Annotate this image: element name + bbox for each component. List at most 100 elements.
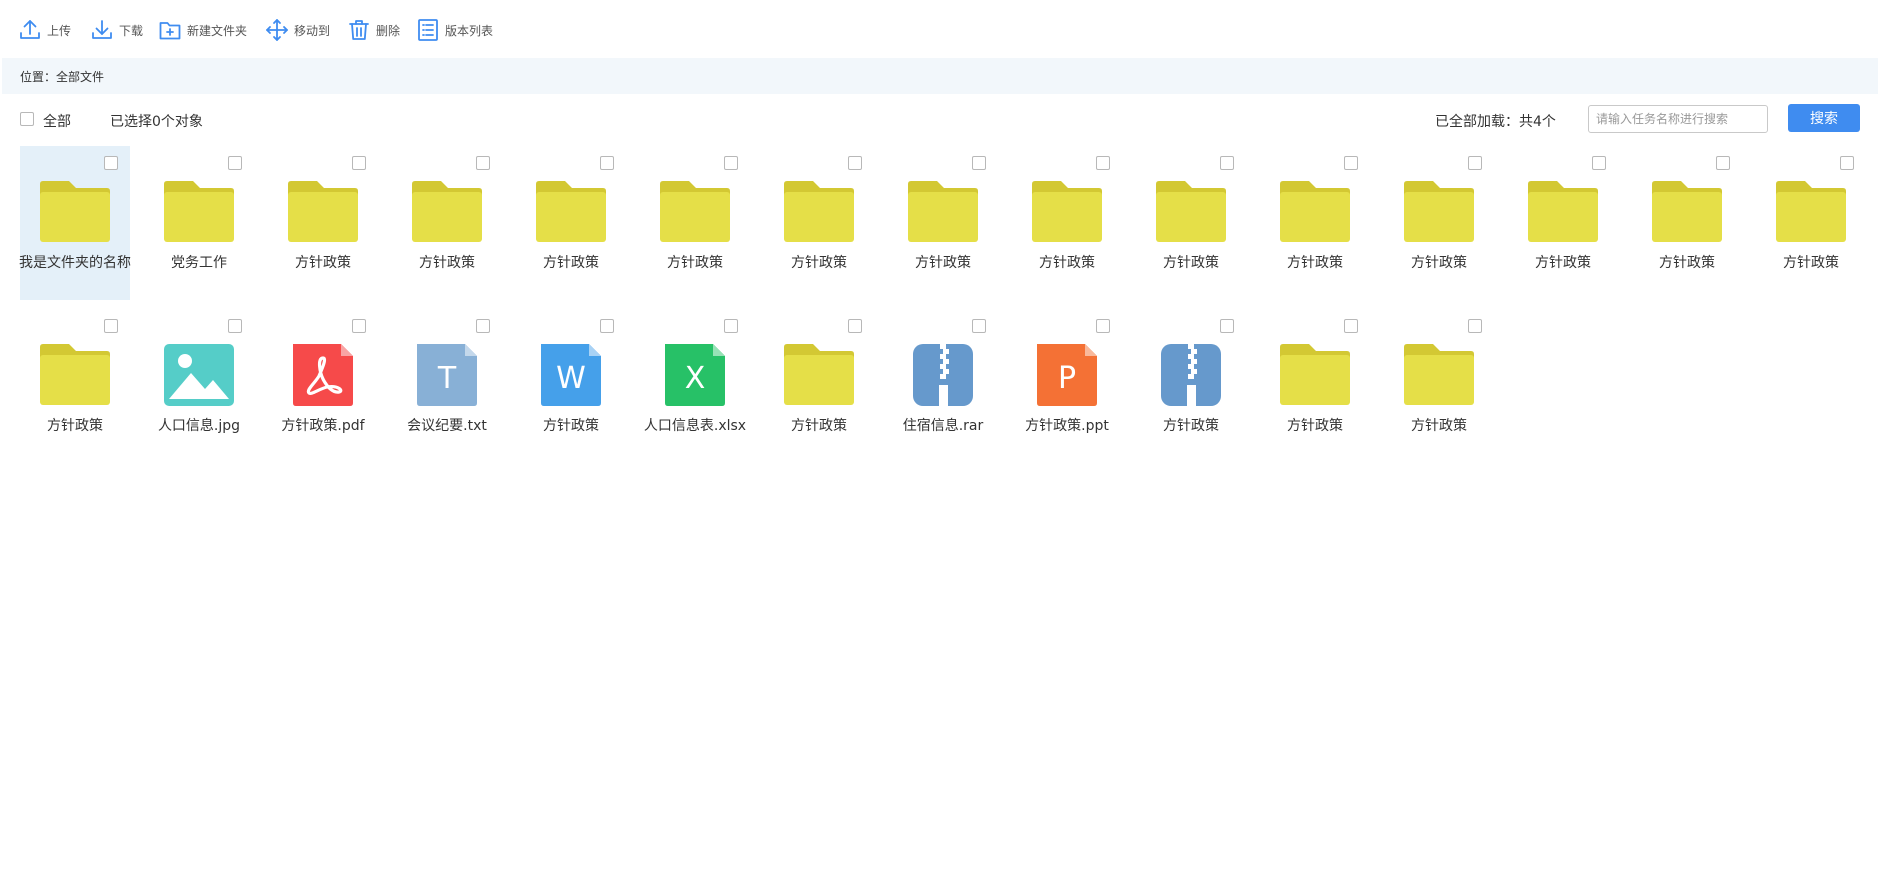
folder-item[interactable]: 方针政策 — [1012, 146, 1122, 300]
item-checkbox[interactable] — [104, 319, 118, 333]
item-checkbox[interactable] — [228, 319, 242, 333]
folder-item[interactable]: 党务工作 — [144, 146, 254, 300]
item-checkbox[interactable] — [724, 319, 738, 333]
delete-button[interactable]: 删除 — [347, 18, 400, 42]
folder-icon — [1403, 343, 1475, 407]
item-name: 人口信息表.xlsx — [643, 418, 747, 434]
item-checkbox[interactable] — [972, 156, 986, 170]
list-icon — [418, 19, 438, 41]
item-name: 方针政策 — [543, 418, 599, 434]
item-name: 我是文件夹的名称 — [19, 255, 131, 271]
item-checkbox[interactable] — [1592, 156, 1606, 170]
item-name: 方针政策 — [1783, 255, 1839, 271]
item-checkbox[interactable] — [1220, 156, 1234, 170]
download-icon — [92, 20, 112, 39]
folder-item[interactable]: 方针政策 — [764, 146, 874, 300]
item-checkbox[interactable] — [972, 319, 986, 333]
folder-item[interactable]: 方针政策 — [1508, 146, 1618, 300]
item-checkbox[interactable] — [724, 156, 738, 170]
item-name: 方针政策 — [791, 255, 847, 271]
svg-text:W: W — [556, 361, 586, 396]
folder-item[interactable]: 方针政策 — [20, 309, 130, 463]
file-item[interactable]: 方针政策.pdf — [268, 309, 378, 463]
item-name: 方针政策.pdf — [281, 418, 365, 434]
item-checkbox[interactable] — [352, 156, 366, 170]
folder-item[interactable]: 方针政策 — [1260, 146, 1370, 300]
item-checkbox[interactable] — [848, 156, 862, 170]
item-checkbox[interactable] — [1716, 156, 1730, 170]
folder-icon — [1527, 180, 1599, 244]
item-name: 方针政策 — [1287, 255, 1343, 271]
item-name: 方针政策 — [295, 255, 351, 271]
item-checkbox[interactable] — [476, 319, 490, 333]
file-item[interactable]: 住宿信息.rar — [888, 309, 998, 463]
toolbar: 上传 下载 新建文件夹 移动到 删除 版本列表 — [0, 0, 1880, 58]
folder-icon — [1279, 343, 1351, 407]
folder-icon — [39, 343, 111, 407]
new-folder-button[interactable]: 新建文件夹 — [158, 18, 247, 42]
search-button[interactable]: 搜索 — [1788, 104, 1860, 132]
folder-icon — [535, 180, 607, 244]
item-checkbox[interactable] — [1096, 319, 1110, 333]
file-item[interactable]: W 方针政策 — [516, 309, 626, 463]
search-input[interactable] — [1588, 105, 1768, 133]
file-item[interactable]: 人口信息.jpg — [144, 309, 254, 463]
folder-icon — [907, 180, 979, 244]
pdf-icon — [287, 343, 359, 407]
svg-text:X: X — [685, 361, 706, 396]
item-checkbox[interactable] — [1344, 156, 1358, 170]
item-checkbox[interactable] — [228, 156, 242, 170]
folder-item[interactable]: 方针政策 — [1632, 146, 1742, 300]
image-icon — [163, 343, 235, 407]
file-item[interactable]: X 人口信息表.xlsx — [640, 309, 750, 463]
folder-item[interactable]: 方针政策 — [888, 146, 998, 300]
ppt-icon: P — [1031, 343, 1103, 407]
folder-item[interactable]: 方针政策 — [640, 146, 750, 300]
download-button[interactable]: 下载 — [90, 18, 143, 42]
folder-item[interactable]: 方针政策 — [268, 146, 378, 300]
item-checkbox[interactable] — [1840, 156, 1854, 170]
item-checkbox[interactable] — [1468, 156, 1482, 170]
folder-item[interactable]: 我是文件夹的名称 — [19, 146, 131, 300]
item-name: 住宿信息.rar — [902, 418, 984, 434]
folder-item[interactable]: 方针政策 — [1384, 309, 1494, 463]
version-list-button[interactable]: 版本列表 — [416, 18, 493, 42]
folder-item[interactable]: 方针政策 — [1136, 146, 1246, 300]
folder-item[interactable]: 方针政策 — [392, 146, 502, 300]
item-checkbox[interactable] — [848, 319, 862, 333]
upload-button[interactable]: 上传 — [18, 18, 71, 42]
item-name: 方针政策.ppt — [1025, 418, 1109, 434]
folder-item[interactable]: 方针政策 — [516, 146, 626, 300]
item-checkbox[interactable] — [1220, 319, 1234, 333]
selected-count-text: 已选择0个对象 — [110, 114, 203, 130]
item-checkbox[interactable] — [1344, 319, 1358, 333]
item-checkbox[interactable] — [476, 156, 490, 170]
item-checkbox[interactable] — [1468, 319, 1482, 333]
folder-icon — [411, 180, 483, 244]
folder-icon — [1279, 180, 1351, 244]
item-name: 方针政策 — [667, 255, 723, 271]
folder-item[interactable]: 方针政策 — [1756, 146, 1866, 300]
item-checkbox[interactable] — [104, 156, 118, 170]
select-all-checkbox[interactable] — [20, 112, 34, 126]
file-item[interactable]: P 方针政策.ppt — [1012, 309, 1122, 463]
move-to-button[interactable]: 移动到 — [265, 18, 330, 42]
file-item[interactable]: 方针政策 — [1136, 309, 1246, 463]
folder-icon — [1775, 180, 1847, 244]
trash-icon — [349, 20, 369, 40]
folder-item[interactable]: 方针政策 — [1384, 146, 1494, 300]
item-checkbox[interactable] — [352, 319, 366, 333]
item-checkbox[interactable] — [1096, 156, 1110, 170]
item-name: 方针政策 — [47, 418, 103, 434]
folder-item[interactable]: 方针政策 — [764, 309, 874, 463]
item-name: 方针政策 — [1659, 255, 1715, 271]
move-to-label: 移动到 — [294, 23, 331, 38]
svg-text:T: T — [437, 361, 457, 396]
folder-item[interactable]: 方针政策 — [1260, 309, 1370, 463]
item-checkbox[interactable] — [600, 156, 614, 170]
download-label: 下载 — [119, 23, 144, 38]
folder-icon — [783, 180, 855, 244]
file-item[interactable]: T 会议纪要.txt — [392, 309, 502, 463]
zip-icon — [1155, 343, 1227, 407]
item-checkbox[interactable] — [600, 319, 614, 333]
